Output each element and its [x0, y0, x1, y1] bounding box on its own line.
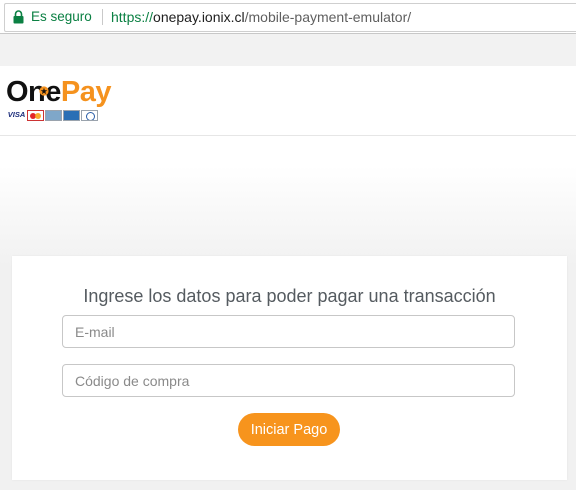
star-icon	[39, 86, 49, 96]
url-scheme: https://	[111, 9, 154, 25]
url-field[interactable]: Es seguro https://onepay.ionix.cl/mobile…	[4, 3, 576, 32]
onepay-logo[interactable]: OnePay VISA	[6, 77, 116, 125]
site-header: OnePay VISA	[0, 66, 576, 136]
purchase-code-input[interactable]	[62, 364, 515, 397]
payment-form-card: Ingrese los datos para poder pagar una t…	[12, 256, 567, 480]
url-text[interactable]: https://onepay.ionix.cl/mobile-payment-e…	[111, 9, 411, 25]
logo-pay: Pay	[60, 76, 112, 108]
logo-text: OnePay	[6, 76, 112, 108]
address-divider	[102, 9, 103, 25]
start-payment-button[interactable]: Iniciar Pago	[238, 413, 340, 446]
form-title: Ingrese los datos para poder pagar una t…	[83, 286, 496, 306]
security-status[interactable]: Es seguro	[31, 9, 92, 24]
payment-card-logos: VISA	[7, 110, 99, 122]
diners-club-icon	[81, 110, 98, 121]
visa-card-icon: VISA	[7, 110, 26, 119]
logo-one: One	[6, 76, 61, 108]
email-input[interactable]	[62, 315, 515, 348]
generic-card-icon	[45, 110, 62, 121]
url-host: onepay.ionix.cl	[153, 9, 245, 25]
url-path: /mobile-payment-emulator/	[244, 9, 412, 25]
lock-icon	[13, 10, 24, 24]
amex-card-icon	[63, 110, 80, 121]
browser-address-bar: Es seguro https://onepay.ionix.cl/mobile…	[0, 0, 576, 34]
mastercard-icon	[27, 110, 44, 121]
